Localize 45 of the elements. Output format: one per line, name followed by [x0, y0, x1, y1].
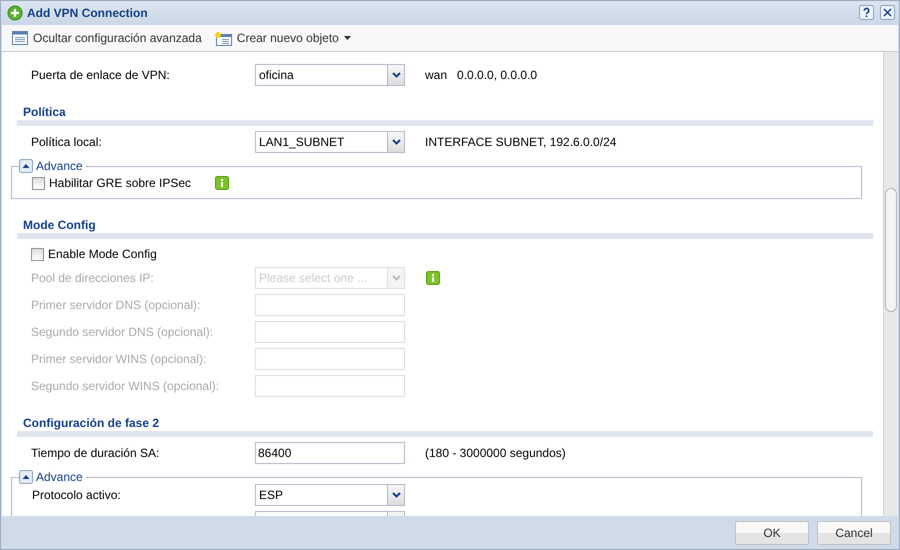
- cancel-button[interactable]: Cancel: [817, 520, 891, 545]
- field-label: Segundo servidor DNS (opcional):: [30, 325, 214, 340]
- collapse-icon[interactable]: [19, 470, 33, 484]
- toolbar-button[interactable]: Crear nuevo objeto: [214, 30, 351, 46]
- checkbox[interactable]: [32, 176, 45, 190]
- field-note: (180 - 3000000 segundos): [425, 446, 566, 460]
- new-window-icon: [214, 30, 232, 46]
- group-title[interactable]: Advance: [36, 470, 83, 484]
- field-label: Puerta de enlace de VPN:: [30, 68, 171, 82]
- field-label: Política local:: [30, 135, 103, 150]
- field-label: Protocolo activo:: [31, 488, 122, 502]
- field-label: Primer servidor WINS (opcional):: [30, 352, 208, 366]
- scrollbar-thumb[interactable]: [885, 188, 897, 312]
- toolbar-button[interactable]: Ocultar configuración avanzada: [12, 31, 202, 46]
- text-field[interactable]: 86400: [255, 442, 405, 464]
- field-label: Tiempo de duración SA:: [30, 446, 160, 460]
- dropdown[interactable]: oficina: [255, 64, 405, 86]
- list-icon: [12, 31, 28, 46]
- chevron-down-icon: [392, 72, 400, 78]
- chevron-down-icon: [392, 139, 400, 146]
- ok-button[interactable]: OK: [735, 520, 809, 545]
- section-title: Configuración de fase 2: [23, 416, 160, 430]
- add-icon: [7, 4, 23, 21]
- chevron-down-icon: [392, 275, 400, 282]
- scrollbar[interactable]: [883, 52, 898, 516]
- checkbox[interactable]: [31, 248, 44, 261]
- field-note: INTERFACE SUBNET, 192.6.0.0/24: [425, 135, 616, 150]
- close-icon[interactable]: [880, 5, 895, 20]
- section-title: Mode Config: [23, 218, 96, 232]
- field-note: 0.0.0.0, 0.0.0.0: [457, 68, 538, 82]
- chevron-down-icon: [392, 492, 400, 498]
- info-icon[interactable]: [215, 176, 230, 190]
- dropdown[interactable]: ESP: [255, 484, 405, 506]
- field-label: Primer servidor DNS (opcional):: [30, 298, 202, 312]
- checkbox-label: Enable Mode Config: [48, 247, 157, 262]
- group-title[interactable]: Advance: [36, 159, 83, 174]
- field-note: wan: [425, 68, 448, 82]
- window-title: Add VPN Connection: [27, 6, 148, 20]
- dropdown[interactable]: LAN1_SUBNET: [255, 131, 405, 154]
- field-label: Pool de direcciones IP:: [30, 271, 155, 286]
- section-title: Política: [23, 105, 66, 120]
- field-label: Segundo servidor WINS (opcional):: [30, 379, 220, 394]
- collapse-icon[interactable]: [19, 159, 33, 174]
- checkbox-label: Habilitar GRE sobre IPSec: [49, 176, 192, 190]
- help-icon[interactable]: [859, 5, 874, 20]
